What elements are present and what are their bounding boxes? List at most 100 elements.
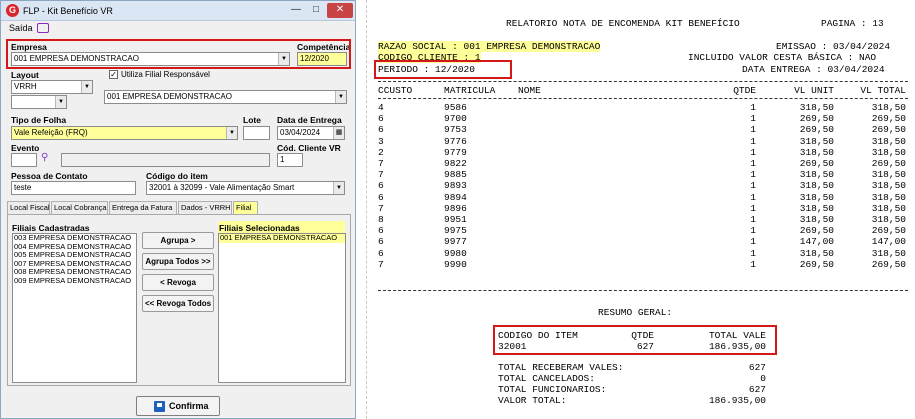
cell-ccusto: 6 [378, 236, 384, 248]
app-logo-icon: G [6, 4, 19, 17]
page-edge [366, 0, 367, 419]
cell-matricula: 9700 [444, 113, 467, 125]
cell-matricula: 9822 [444, 158, 467, 169]
tab-local-fiscal[interactable]: Local Fiscal [7, 201, 50, 214]
valor-total-value: 186.935,00 [708, 395, 766, 406]
chevron-down-icon: ▼ [335, 91, 346, 103]
close-button[interactable]: ✕ [327, 3, 353, 18]
total-cancelados-value: 0 [760, 373, 766, 384]
cell-vl-total: 318,50 [871, 180, 906, 192]
cell-matricula: 9975 [444, 225, 467, 237]
col-vl-unit: VL UNIT [794, 85, 834, 96]
list-item[interactable]: 009 EMPRESA DEMONSTRACAO [13, 276, 136, 286]
cell-qtde: 1 [750, 102, 756, 113]
maximize-button[interactable]: □ [307, 3, 325, 18]
resumo-title: RESUMO GERAL: [598, 307, 673, 318]
cell-vl-total: 318,50 [871, 169, 906, 181]
tipo-folha-select[interactable]: Vale Refeição (FRQ) ▼ [11, 126, 238, 140]
data-entrega-input[interactable]: 03/04/2024 ▦ [277, 126, 345, 140]
menu-item-saida[interactable]: Saída [9, 23, 33, 33]
lote-input[interactable] [243, 126, 270, 140]
cell-qtde: 1 [750, 135, 756, 147]
cell-matricula: 9776 [444, 135, 467, 147]
utiliza-filial-label: Utiliza Filial Responsável [121, 70, 210, 79]
list-item[interactable]: 001 EMPRESA DEMONSTRACAO [219, 233, 345, 243]
cell-ccusto: 4 [378, 102, 384, 113]
chat-icon[interactable] [37, 23, 49, 33]
cell-ccusto: 6 [378, 247, 384, 259]
cell-qtde: 1 [750, 202, 756, 214]
calendar-icon[interactable]: ▦ [333, 127, 344, 139]
cell-vl-total: 269,50 [871, 225, 906, 237]
cell-vl-unit: 269,50 [799, 113, 834, 125]
cell-ccusto: 6 [378, 113, 384, 125]
separator [378, 81, 908, 82]
chevron-down-icon: ▼ [333, 182, 344, 194]
cell-matricula: 9980 [444, 247, 467, 259]
tipo-folha-label: Tipo de Folha [11, 115, 67, 125]
utiliza-filial-checkbox[interactable]: ✓ [109, 70, 118, 79]
total-receberam-value: 627 [748, 362, 766, 373]
cell-matricula: 9885 [444, 169, 467, 181]
separator [378, 98, 908, 99]
cell-qtde: 1 [750, 236, 756, 248]
codigo-item-value: 32001 à 32099 - Vale Alimentação Smart [149, 183, 295, 192]
filial-responsavel-select[interactable]: 001 EMPRESA DEMONSTRACAO ▼ [104, 90, 347, 104]
tab-dados-vrrh[interactable]: Dados - VRRH [178, 201, 232, 214]
total-funcionarios-label: TOTAL FUNCIONARIOS: [498, 384, 607, 395]
tab-filial[interactable]: Filial [233, 201, 258, 214]
filiais-selecionadas-list[interactable]: 001 EMPRESA DEMONSTRACAO [218, 233, 346, 383]
cell-vl-unit: 269,50 [799, 225, 834, 237]
data-entrega-value: 03/04/2024 [280, 128, 321, 137]
layout-select[interactable]: VRRH ▼ [11, 80, 93, 94]
window-title: FLP - Kit Benefício VR [23, 6, 113, 16]
tab-entrega-fatura[interactable]: Entrega da Fatura [109, 201, 177, 214]
valor-total-label: VALOR TOTAL: [498, 395, 567, 406]
revoga-button[interactable]: < Revoga [142, 274, 214, 291]
tab-local-cobranca[interactable]: Local Cobrança [51, 201, 108, 214]
cell-ccusto: 6 [378, 225, 384, 237]
agrupa-todos-button[interactable]: Agrupa Todos >> [142, 253, 214, 270]
chevron-down-icon: ▼ [81, 81, 92, 93]
cell-vl-unit: 318,50 [799, 214, 834, 225]
cell-vl-total: 269,50 [871, 124, 906, 136]
pessoa-contato-label: Pessoa de Contato [11, 171, 88, 181]
cell-vl-unit: 269,50 [799, 124, 834, 136]
lote-label: Lote [243, 115, 261, 125]
separator [378, 290, 908, 291]
search-icon[interactable]: ⚲ [41, 152, 48, 163]
agrupa-button[interactable]: Agrupa > [142, 232, 214, 249]
cell-ccusto: 6 [378, 191, 384, 203]
report-incluido-cesta: INCLUIDO VALOR CESTA BÁSICA : NAO [688, 52, 877, 63]
cell-qtde: 1 [750, 124, 756, 136]
revoga-todos-button[interactable]: << Revoga Todos [142, 295, 214, 312]
confirma-button[interactable]: Confirma [136, 396, 220, 416]
cell-vl-unit: 318,50 [799, 247, 834, 259]
cell-matricula: 9586 [444, 102, 467, 113]
report-razao-social: RAZAO SOCIAL : 001 EMPRESA DEMONSTRACAO [378, 41, 601, 52]
annotation-highlight-resumo [493, 325, 777, 355]
cod-cliente-input[interactable]: 1 [277, 153, 303, 167]
layout-sub-select[interactable]: ▼ [11, 95, 67, 109]
report-pagina: PAGINA : 13 [821, 18, 884, 29]
codigo-item-select[interactable]: 32001 à 32099 - Vale Alimentação Smart ▼ [146, 181, 345, 195]
cell-ccusto: 8 [378, 214, 384, 225]
cell-ccusto: 7 [378, 202, 384, 214]
evento-input[interactable] [11, 153, 37, 167]
cell-qtde: 1 [750, 169, 756, 181]
cell-vl-unit: 318,50 [799, 169, 834, 181]
cell-vl-total: 318,50 [871, 146, 906, 158]
cell-ccusto: 3 [378, 135, 384, 147]
pessoa-contato-input[interactable]: teste [11, 181, 136, 195]
filiais-cadastradas-list[interactable]: 003 EMPRESA DEMONSTRACAO 004 EMPRESA DEM… [12, 233, 137, 383]
data-entrega-label: Data de Entrega [277, 115, 342, 125]
cell-matricula: 9894 [444, 191, 467, 203]
report-title: RELATORIO NOTA DE ENCOMENDA KIT BENEFÍCI… [506, 18, 740, 29]
minimize-button[interactable]: — [287, 3, 305, 18]
cell-vl-total: 318,50 [871, 135, 906, 147]
annotation-highlight-empresa [6, 39, 351, 69]
col-vl-total: VL TOTAL [860, 85, 906, 96]
col-nome: NOME [518, 85, 541, 96]
col-qtde: QTDE [733, 85, 756, 96]
cod-cliente-label: Cód. Cliente VR [277, 143, 341, 153]
